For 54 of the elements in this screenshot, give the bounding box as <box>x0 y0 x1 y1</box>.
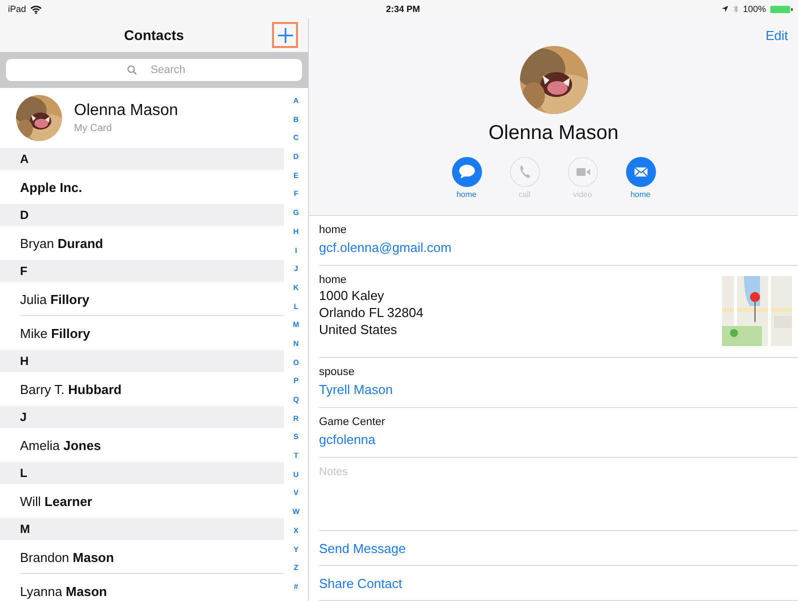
section-letter: J <box>20 410 27 424</box>
contact-name: Brandon Mason <box>20 550 114 564</box>
contacts-title: Contacts <box>124 27 184 43</box>
section-letter: A <box>20 152 29 166</box>
add-contact-button[interactable] <box>272 22 298 48</box>
edit-button[interactable]: Edit <box>766 26 788 44</box>
field-label: home <box>319 224 348 236</box>
my-card-label: My Card <box>74 123 113 134</box>
contact-name: Olenna Mason <box>488 122 619 145</box>
section-letter: H <box>20 354 29 368</box>
location-icon <box>720 5 729 13</box>
contact-row[interactable]: Brandon Mason <box>0 540 284 574</box>
address-line: United States <box>319 322 398 337</box>
field-link[interactable]: Tyrell Mason <box>319 382 393 397</box>
contact-name: Amelia Jones <box>20 438 101 452</box>
field-label: spouse <box>319 366 356 378</box>
contact-name: Apple Inc. <box>20 180 82 194</box>
contact-row[interactable]: Bryan Durand <box>0 226 284 260</box>
wifi-icon <box>30 4 42 14</box>
section-letter: D <box>20 208 29 222</box>
contact-name: Barry T. Hubbard <box>20 382 122 396</box>
battery-percent: 100% <box>742 4 766 14</box>
plus-icon <box>278 28 292 42</box>
section-letter: L <box>20 466 28 480</box>
my-card-row[interactable]: Olenna Mason My Card <box>0 88 284 148</box>
bluetooth-icon <box>732 4 739 14</box>
contact-name: Bryan Durand <box>20 236 104 250</box>
device-name: iPad <box>8 4 26 14</box>
contact-row[interactable]: Apple Inc. <box>0 170 284 204</box>
contact-row[interactable]: Amelia Jones <box>0 428 284 462</box>
clock-time: 2:34 PM <box>386 4 420 14</box>
action-link[interactable]: Send Message <box>319 540 406 556</box>
section-letter: M <box>20 522 30 536</box>
search-field[interactable]: Search <box>6 59 302 81</box>
battery-icon <box>770 4 794 14</box>
contact-row[interactable]: Will Learner <box>0 484 284 518</box>
contact-name: Mike Fillory <box>20 326 90 340</box>
contact-name: Olenna Mason <box>74 102 178 120</box>
contact-row[interactable]: Lyanna Mason <box>0 574 284 601</box>
section-letter: F <box>20 264 28 278</box>
address-line: Orlando FL 32804 <box>319 305 424 320</box>
search-icon <box>127 65 137 75</box>
field-label: home <box>319 274 348 286</box>
field-label: Game Center <box>319 416 386 428</box>
action-link[interactable]: Share Contact <box>319 576 402 590</box>
address-line: 1000 Kaley <box>319 288 386 303</box>
field-link[interactable]: gcfolenna <box>319 432 386 447</box>
contact-name: Julia Fillory <box>20 292 90 306</box>
contact-row[interactable]: Mike Fillory <box>0 316 284 350</box>
contact-row[interactable]: Julia Fillory <box>0 282 284 316</box>
field-link[interactable]: gcf.olenna@gmail.com <box>319 240 452 255</box>
contact-row[interactable]: Barry T. Hubbard <box>0 372 284 406</box>
contact-name: Will Learner <box>20 494 92 508</box>
contact-name: Lyanna Mason <box>20 584 107 598</box>
